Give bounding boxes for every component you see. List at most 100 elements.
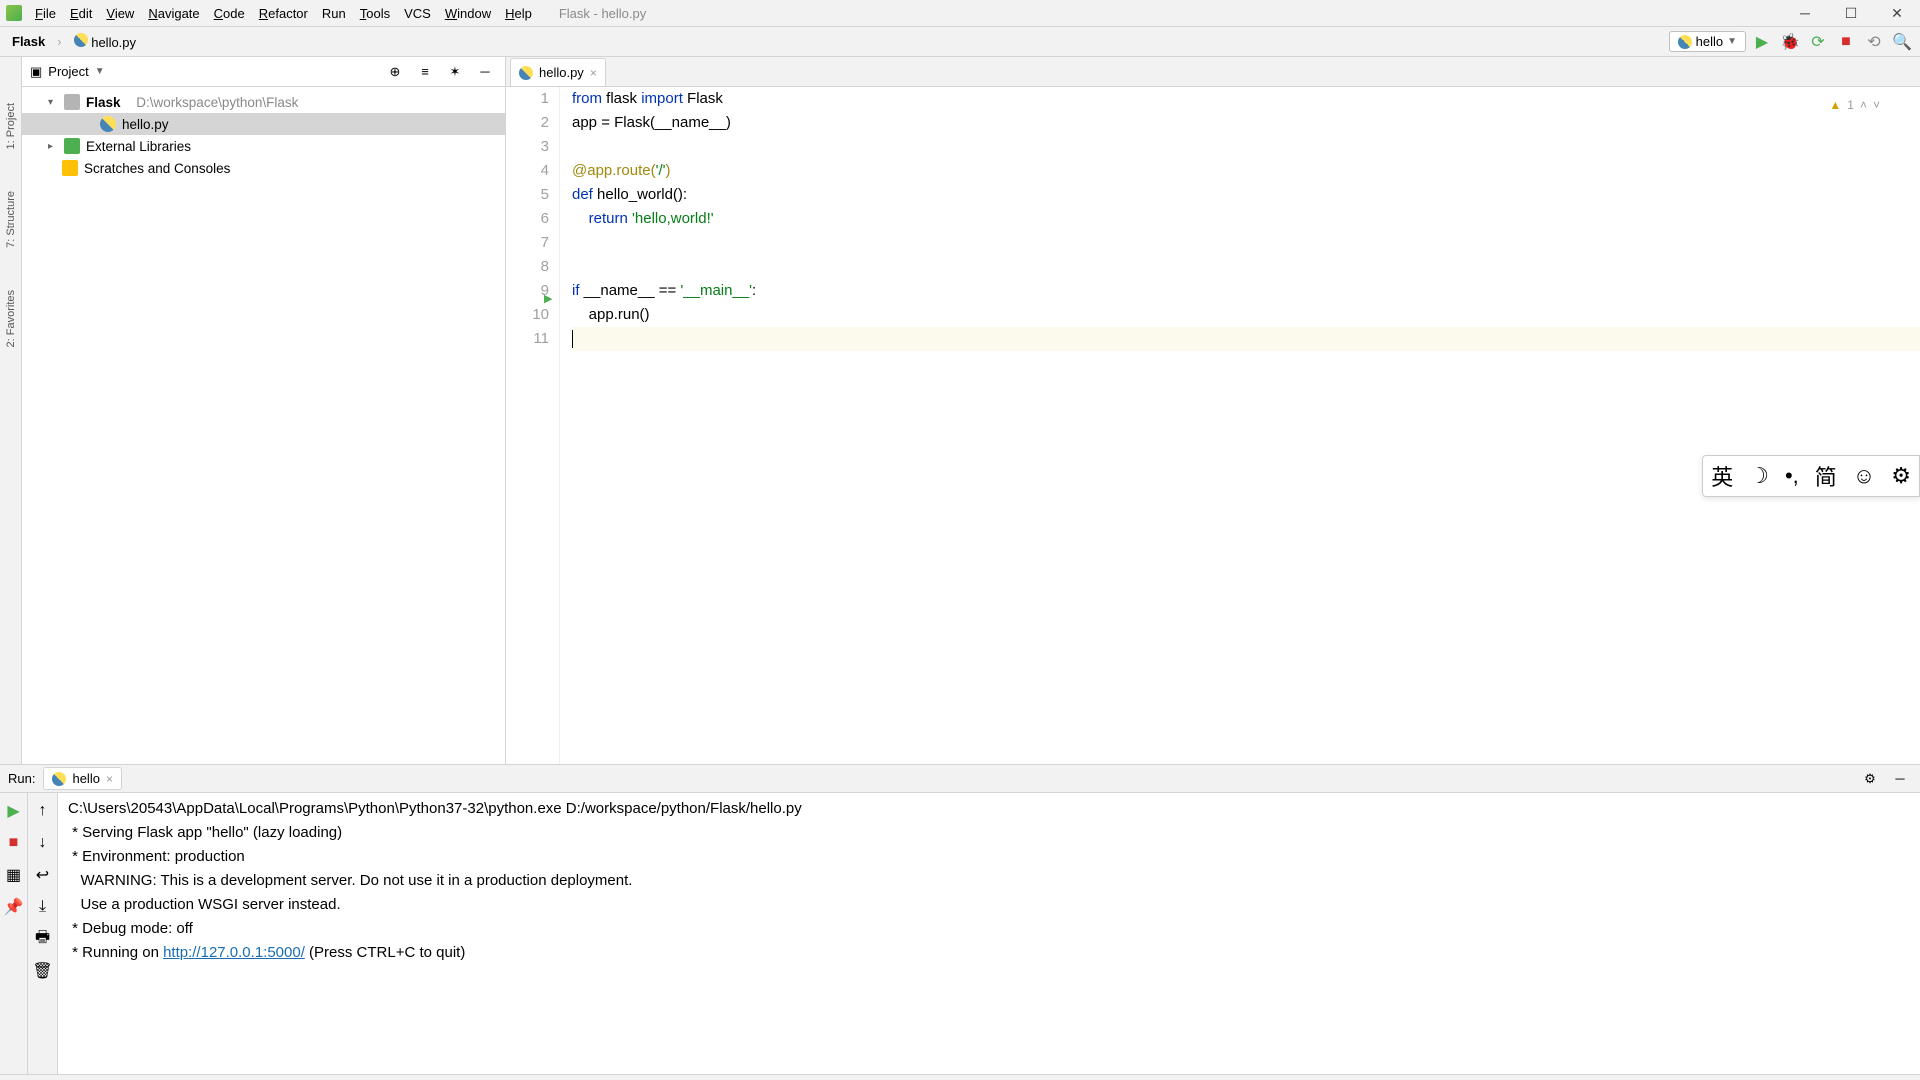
- project-panel-header: ▣ Project ▼ ⊕ ≡ ✶ ─: [22, 57, 505, 87]
- python-file-icon: [519, 66, 533, 80]
- breadcrumb: Flask › hello.py: [6, 31, 142, 52]
- run-button[interactable]: ▶: [1750, 30, 1774, 54]
- tree-file-hello[interactable]: hello.py: [22, 113, 505, 135]
- coverage-button[interactable]: ⟳: [1806, 30, 1830, 54]
- sidebar-tab-project[interactable]: 1: Project: [3, 97, 19, 155]
- chevron-up-icon[interactable]: ˄: [1860, 93, 1867, 117]
- run-tool-window: Run: hello × ⚙ ─ ▶ ■ ▦ 📌 ↑ ↓ ↩ ⤓ 🖶 🗑 C:\…: [0, 764, 1920, 1074]
- run-tab-hello[interactable]: hello ×: [43, 767, 121, 790]
- ime-moon-icon[interactable]: ☽: [1749, 463, 1769, 489]
- close-tab-icon[interactable]: ×: [106, 772, 113, 786]
- menu-tools[interactable]: Tools: [353, 3, 397, 24]
- breadcrumb-file[interactable]: hello.py: [68, 31, 142, 52]
- rerun-button[interactable]: ▶: [2, 799, 26, 823]
- code-editor[interactable]: ▲ 1 ˄ ˅ 1234567891011 ▶ from flask impor…: [506, 87, 1920, 764]
- scroll-to-end-icon[interactable]: ⤓: [31, 895, 55, 919]
- search-button[interactable]: 🔍: [1890, 30, 1914, 54]
- menu-window[interactable]: Window: [438, 3, 498, 24]
- sidebar-tab-favorites[interactable]: 2: Favorites: [3, 284, 19, 353]
- menu-refactor[interactable]: Refactor: [252, 3, 315, 24]
- run-settings-icon[interactable]: ⚙: [1858, 767, 1882, 791]
- ime-simplified-icon[interactable]: 简: [1815, 460, 1837, 492]
- python-file-icon: [100, 116, 116, 132]
- library-icon: [64, 138, 80, 154]
- ime-toolbar[interactable]: 英 ☽ •, 简 ☺ ⚙: [1702, 455, 1920, 497]
- menu-code[interactable]: Code: [207, 3, 252, 24]
- ime-settings-icon[interactable]: ⚙: [1891, 463, 1911, 489]
- project-tree: ▾ Flask D:\workspace\python\Flask hello.…: [22, 87, 505, 764]
- flask-icon: [52, 772, 66, 786]
- scroll-down-icon[interactable]: ↓: [31, 831, 55, 855]
- hide-panel-icon[interactable]: ─: [1888, 767, 1912, 791]
- ime-emoji-icon[interactable]: ☺: [1853, 463, 1875, 489]
- run-console[interactable]: C:\Users\20543\AppData\Local\Programs\Py…: [58, 793, 1920, 1074]
- code-lines[interactable]: from flask import Flaskapp = Flask(__nam…: [560, 87, 1920, 764]
- settings-icon[interactable]: ✶: [443, 60, 467, 84]
- toolbar: Flask › hello.py hello ▼ ▶ 🐞 ⟳ ■ ⟲ 🔍: [0, 27, 1920, 57]
- app-icon: [6, 5, 22, 21]
- close-tab-icon[interactable]: ×: [590, 66, 597, 80]
- titlebar: File Edit View Navigate Code Refactor Ru…: [0, 0, 1920, 27]
- menu-navigate[interactable]: Navigate: [141, 3, 206, 24]
- collapse-icon[interactable]: ─: [473, 60, 497, 84]
- project-panel-title[interactable]: Project: [48, 64, 88, 79]
- line-number-gutter: 1234567891011: [506, 87, 560, 764]
- tree-root-folder[interactable]: ▾ Flask D:\workspace\python\Flask: [22, 91, 505, 113]
- minimize-button[interactable]: ─: [1782, 0, 1828, 27]
- print-icon[interactable]: 🖶: [31, 927, 55, 951]
- menu-view[interactable]: View: [99, 3, 141, 24]
- ime-punct-icon[interactable]: •,: [1785, 463, 1799, 489]
- chevron-down-icon: ▼: [1727, 36, 1737, 47]
- scratches-icon: [62, 160, 78, 176]
- chevron-right-icon: ›: [57, 34, 61, 49]
- maximize-button[interactable]: ☐: [1828, 0, 1874, 27]
- menu-run[interactable]: Run: [315, 3, 353, 24]
- menu-file[interactable]: File: [28, 3, 63, 24]
- run-label: Run:: [8, 771, 35, 786]
- soft-wrap-icon[interactable]: ↩: [31, 863, 55, 887]
- close-button[interactable]: ✕: [1874, 0, 1920, 27]
- clear-icon[interactable]: 🗑: [31, 959, 55, 983]
- editor-tab-hello[interactable]: hello.py ×: [510, 58, 606, 86]
- window-title: Flask - hello.py: [559, 6, 1782, 21]
- editor-area: hello.py × ▲ 1 ˄ ˅ 1234567891011 ▶ from …: [506, 57, 1920, 764]
- chevron-down-icon[interactable]: ▼: [95, 66, 105, 77]
- expand-all-icon[interactable]: ≡: [413, 60, 437, 84]
- chevron-down-icon[interactable]: ▾: [48, 97, 58, 108]
- editor-tab-bar: hello.py ×: [506, 57, 1920, 87]
- left-tool-strip: 1: Project 7: Structure 2: Favorites: [0, 57, 22, 764]
- chevron-down-icon[interactable]: ˅: [1873, 93, 1880, 117]
- bottom-tool-tabs: ▶ 4: Run ☑ TODO ⊘ 6: Problems ⌨ Terminal…: [0, 1074, 1920, 1080]
- main-area: 1: Project 7: Structure 2: Favorites ▣ P…: [0, 57, 1920, 764]
- sidebar-tab-structure[interactable]: 7: Structure: [3, 185, 19, 254]
- warning-icon: ▲: [1829, 93, 1841, 117]
- console-link[interactable]: http://127.0.0.1:5000/: [163, 944, 305, 961]
- chevron-right-icon[interactable]: ▸: [48, 141, 58, 152]
- run-toolbar-primary: ▶ ■ ▦ 📌: [0, 793, 28, 1074]
- debug-button[interactable]: 🐞: [1778, 30, 1802, 54]
- locate-file-icon[interactable]: ⊕: [383, 60, 407, 84]
- run-toolbar-secondary: ↑ ↓ ↩ ⤓ 🖶 🗑: [28, 793, 58, 1074]
- tree-external-libraries[interactable]: ▸ External Libraries: [22, 135, 505, 157]
- editor-inspection-status[interactable]: ▲ 1 ˄ ˅: [1829, 93, 1880, 117]
- menu-help[interactable]: Help: [498, 3, 539, 24]
- run-config-selector[interactable]: hello ▼: [1669, 31, 1746, 52]
- tree-scratches[interactable]: Scratches and Consoles: [22, 157, 505, 179]
- run-gutter-icon[interactable]: ▶: [544, 287, 552, 311]
- project-view-icon: ▣: [30, 64, 42, 80]
- stop-button[interactable]: ■: [2, 831, 26, 855]
- layout-icon[interactable]: ▦: [2, 863, 26, 887]
- breadcrumb-root[interactable]: Flask: [6, 32, 51, 51]
- menu-edit[interactable]: Edit: [63, 3, 99, 24]
- ime-lang-icon[interactable]: 英: [1711, 460, 1733, 492]
- update-button[interactable]: ⟲: [1862, 30, 1886, 54]
- run-tool-header: Run: hello × ⚙ ─: [0, 765, 1920, 793]
- flask-icon: [1678, 35, 1692, 49]
- python-file-icon: [74, 33, 88, 47]
- menu-vcs[interactable]: VCS: [397, 3, 438, 24]
- project-panel: ▣ Project ▼ ⊕ ≡ ✶ ─ ▾ Flask D:\workspace…: [22, 57, 506, 764]
- scroll-up-icon[interactable]: ↑: [31, 799, 55, 823]
- pin-icon[interactable]: 📌: [2, 895, 26, 919]
- stop-button[interactable]: ■: [1834, 30, 1858, 54]
- folder-icon: [64, 94, 80, 110]
